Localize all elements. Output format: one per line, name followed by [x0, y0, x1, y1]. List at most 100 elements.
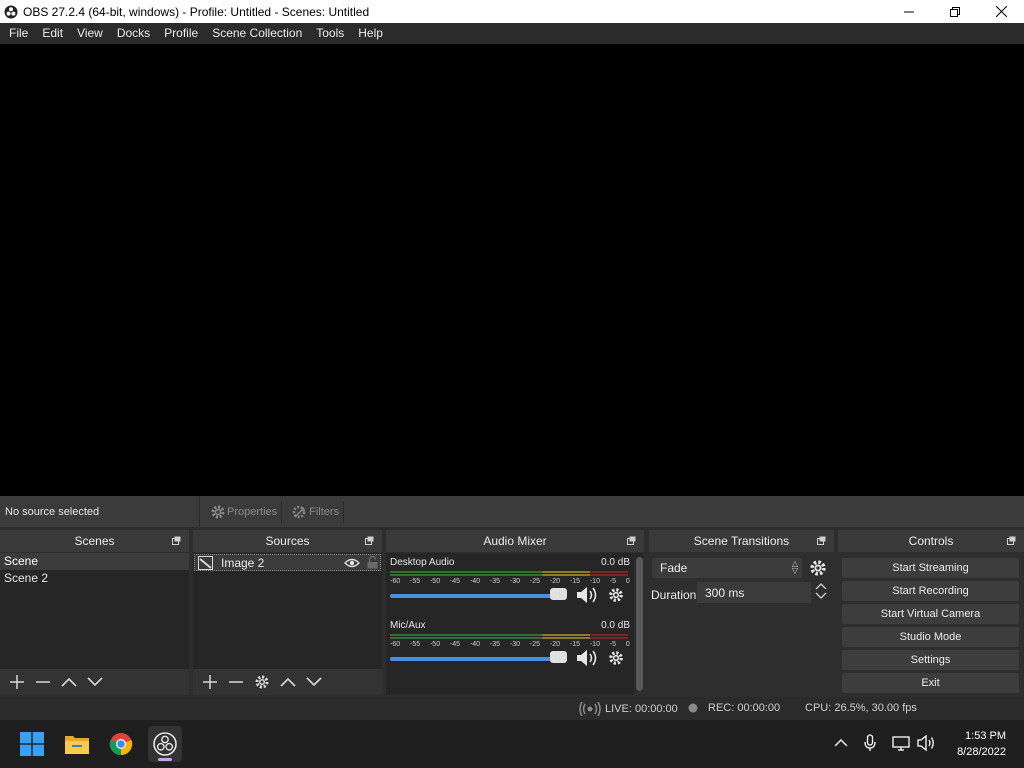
move-scene-down-button[interactable] [82, 671, 108, 693]
undock-icon[interactable] [365, 536, 374, 545]
settings-button[interactable]: Settings [842, 650, 1019, 670]
menu-profile[interactable]: Profile [157, 23, 205, 44]
network-icon[interactable] [892, 734, 910, 752]
volume-slider-handle[interactable] [550, 651, 567, 663]
channel-db: 0.0 dB [601, 557, 630, 568]
chevron-up-icon [815, 583, 827, 590]
cpu-fps: CPU: 26.5%, 30.00 fps [805, 702, 917, 714]
menu-view[interactable]: View [70, 23, 110, 44]
lock-icon[interactable] [367, 556, 378, 569]
start-recording-button[interactable]: Start Recording [842, 581, 1019, 601]
system-clock[interactable]: 1:53 PM 8/28/2022 [957, 728, 1006, 760]
cpu-status: CPU: 26.5%, 30.00 fps [805, 702, 917, 714]
controls-panel: Start Streaming Start Recording Start Vi… [838, 553, 1024, 695]
record-dot-icon [688, 703, 698, 713]
duration-input[interactable]: 300 ms [697, 582, 811, 603]
source-name: Image 2 [221, 555, 265, 570]
controls-dock: Controls Start Streaming Start Recording… [838, 530, 1024, 695]
sources-list: Image 2 [193, 553, 382, 695]
add-source-button[interactable] [197, 671, 223, 693]
chevron-down-icon [815, 592, 827, 599]
add-scene-button[interactable] [4, 671, 30, 693]
move-scene-up-button[interactable] [56, 671, 82, 693]
menu-help[interactable]: Help [351, 23, 390, 44]
microphone-icon[interactable] [864, 734, 876, 752]
menu-bar: File Edit View Docks Profile Scene Colle… [0, 23, 1024, 44]
scene-item[interactable]: Scene 2 [0, 570, 189, 587]
menu-scene-collection[interactable]: Scene Collection [205, 23, 309, 44]
scene-item[interactable]: Scene [0, 553, 189, 570]
plus-icon [10, 675, 24, 689]
close-button[interactable] [978, 0, 1024, 23]
restore-button[interactable] [932, 0, 978, 23]
undock-icon[interactable] [817, 536, 826, 545]
dock-area: Scenes Scene Scene 2 Sources Image 2 Aud… [0, 527, 1024, 697]
gear-icon[interactable] [608, 650, 624, 666]
undock-icon[interactable] [172, 536, 181, 545]
menu-edit[interactable]: Edit [35, 23, 70, 44]
transition-select[interactable]: Fade △ ▽ [652, 558, 802, 578]
speaker-icon[interactable] [576, 586, 600, 604]
properties-button[interactable]: Properties [206, 500, 283, 523]
menu-docks[interactable]: Docks [110, 23, 157, 44]
scenes-dock: Scenes Scene Scene 2 [0, 530, 189, 695]
gear-icon [211, 505, 225, 518]
studio-mode-button[interactable]: Studio Mode [842, 627, 1019, 647]
menu-tools[interactable]: Tools [309, 23, 351, 44]
undock-icon[interactable] [1007, 536, 1016, 545]
minus-icon [229, 681, 243, 683]
start-button[interactable] [15, 726, 49, 762]
gear-icon[interactable] [608, 587, 624, 603]
eye-icon[interactable] [344, 558, 360, 568]
volume-slider[interactable] [390, 657, 564, 661]
filter-icon [292, 505, 306, 518]
transition-select-value: Fade [660, 561, 688, 575]
filters-button[interactable]: Filters [288, 500, 345, 523]
transitions-panel: Fade △ ▽ Duration 300 ms [649, 553, 834, 695]
start-virtual-camera-button[interactable]: Start Virtual Camera [842, 604, 1019, 624]
menu-file[interactable]: File [2, 23, 35, 44]
live-time: LIVE: 00:00:00 [605, 703, 678, 715]
source-item[interactable]: Image 2 [194, 554, 381, 571]
move-source-up-button[interactable] [275, 671, 301, 693]
gear-icon[interactable] [809, 559, 827, 577]
folder-icon [65, 736, 89, 754]
chevron-down-icon [306, 677, 322, 687]
chevron-up-icon[interactable] [834, 738, 848, 747]
remove-source-button[interactable] [223, 671, 249, 693]
volume-meter [390, 571, 628, 577]
minimize-button[interactable] [886, 0, 932, 23]
channel-db: 0.0 dB [601, 620, 630, 631]
scenes-dock-title: Scenes [74, 534, 115, 548]
selected-source-label: No source selected [0, 496, 200, 527]
windows-icon [20, 732, 44, 756]
scenes-toolbar [0, 669, 189, 695]
obs-taskbar-button[interactable] [148, 726, 182, 762]
rec-status: REC: 00:00:00 [688, 702, 780, 714]
volume-meter [390, 634, 628, 640]
window-controls [886, 0, 1024, 23]
file-explorer-button[interactable] [60, 726, 94, 762]
volume-icon[interactable] [917, 734, 937, 752]
source-properties-button[interactable] [249, 671, 275, 693]
sources-dock-title: Sources [265, 534, 310, 548]
remove-scene-button[interactable] [30, 671, 56, 693]
mixer-scrollbar[interactable] [635, 553, 643, 691]
volume-slider-handle[interactable] [550, 588, 567, 600]
minimize-icon [904, 11, 914, 12]
preview-canvas[interactable] [0, 44, 1024, 496]
speaker-icon[interactable] [576, 649, 600, 667]
volume-slider[interactable] [390, 594, 564, 598]
live-status: LIVE: 00:00:00 [579, 702, 678, 716]
duration-value: 300 ms [705, 585, 745, 600]
undock-icon[interactable] [627, 536, 636, 545]
move-source-down-button[interactable] [301, 671, 327, 693]
mixer-dock-title: Audio Mixer [483, 534, 547, 548]
rec-time: REC: 00:00:00 [708, 702, 781, 714]
chrome-button[interactable] [104, 726, 138, 762]
exit-button[interactable]: Exit [842, 673, 1019, 693]
chrome-icon [109, 733, 133, 756]
start-streaming-button[interactable]: Start Streaming [842, 558, 1019, 578]
duration-label: Duration [651, 588, 697, 602]
duration-spinner[interactable] [814, 582, 828, 604]
